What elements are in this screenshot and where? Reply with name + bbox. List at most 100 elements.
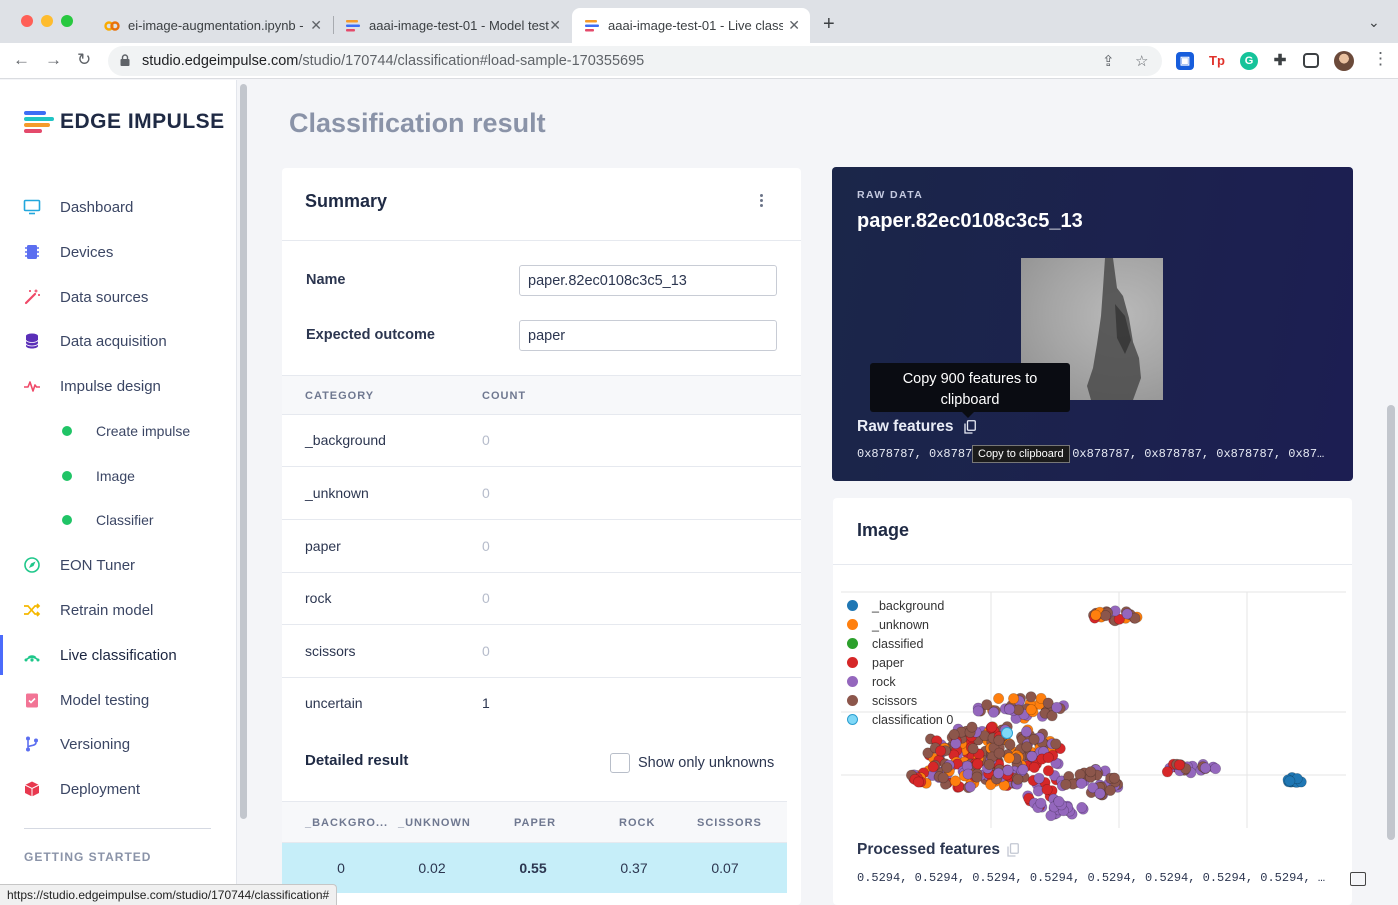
paper-column-header[interactable]: PAPER (514, 817, 556, 829)
name-field[interactable] (519, 265, 777, 296)
rock-column-header[interactable]: ROCK (619, 817, 655, 829)
scatter-point (993, 693, 1005, 705)
browser-tab-model-testing[interactable]: aaai-image-test-01 - Model testi ✕ (333, 8, 571, 43)
expected-outcome-field[interactable] (519, 320, 777, 351)
bitwarden-extension-icon[interactable]: ▣ (1176, 52, 1194, 70)
sidebar-item-devices[interactable]: Devices (0, 232, 236, 272)
close-window-button[interactable] (21, 15, 33, 27)
sidebar-item-image[interactable]: Image (0, 456, 236, 496)
legend-swatch (847, 676, 858, 687)
bookmark-star-icon[interactable]: ☆ (1135, 52, 1148, 70)
forward-arrow-icon[interactable]: → (45, 50, 62, 70)
tab-search-chevron-icon[interactable]: ⌄ (1368, 14, 1380, 31)
sidebar-item-label: Dashboard (60, 198, 134, 216)
legend-item[interactable]: _background (847, 596, 953, 615)
browser-tab-colab[interactable]: ei-image-augmentation.ipynb - ✕ (92, 8, 332, 43)
sidebar-scrollbar-thumb[interactable] (240, 84, 247, 819)
maximize-window-button[interactable] (61, 15, 73, 27)
sidebar-item-impulse-design[interactable]: Impulse design (0, 366, 236, 406)
table-row: scissors 0 (282, 626, 801, 678)
sidebar-item-label: Model testing (60, 691, 150, 709)
sidebar-item-data-sources[interactable]: Data sources (0, 277, 236, 317)
sidebar-item-label: Impulse design (60, 377, 161, 395)
sidebar-item-dashboard[interactable]: Dashboard (0, 187, 236, 227)
main-scrollbar[interactable] (1384, 80, 1398, 905)
feedback-chat-icon[interactable] (1350, 872, 1366, 886)
legend-swatch (847, 657, 858, 668)
sidebar-item-model-testing[interactable]: Model testing (0, 680, 236, 720)
minimize-window-button[interactable] (41, 15, 53, 27)
page-title: Classification result (289, 108, 546, 138)
share-icon[interactable]: ⇪ (1102, 52, 1115, 70)
close-tab-icon[interactable]: ✕ (310, 17, 322, 34)
browser-tab-live-classification[interactable]: aaai-image-test-01 - Live classif ✕ (572, 8, 810, 43)
edge-impulse-logo[interactable]: EDGE IMPULSE (24, 110, 225, 134)
address-bar[interactable]: studio.edgeimpulse.com/studio/170744/cla… (108, 46, 1162, 76)
count-column-header[interactable]: COUNT (482, 390, 526, 402)
sidebar-section-getting-started[interactable]: GETTING STARTED (24, 850, 151, 864)
grammarly-extension-icon[interactable]: G (1240, 52, 1258, 70)
sidebar-item-classifier[interactable]: Classifier (0, 500, 236, 540)
side-panel-icon[interactable] (1303, 53, 1319, 68)
legend-item[interactable]: classified (847, 634, 953, 653)
raw-data-kicker: RAW DATA (857, 189, 924, 201)
rock-score-cell: 0.37 (620, 860, 648, 876)
legend-item[interactable]: rock (847, 672, 953, 691)
show-only-unknowns-checkbox[interactable] (610, 753, 630, 773)
summary-heading: Summary (305, 191, 388, 211)
extensions-puzzle-icon[interactable]: ✚ (1271, 52, 1289, 70)
sidebar-item-versioning[interactable]: Versioning (0, 724, 236, 764)
sidebar-item-retrain-model[interactable]: Retrain model (0, 590, 236, 630)
sidebar-item-deployment[interactable]: Deployment (0, 769, 236, 809)
main-scrollbar-thumb[interactable] (1387, 405, 1395, 840)
back-arrow-icon[interactable]: ← (13, 50, 30, 70)
new-tab-button[interactable]: + (823, 13, 835, 36)
unknown-column-header[interactable]: _UNKNOWN (398, 817, 471, 829)
url-path: /studio/170744/classification#load-sampl… (298, 53, 645, 69)
clipboard-check-icon (26, 693, 38, 708)
raw-data-card: RAW DATA paper.82ec0108c3c5_13 Raw featu… (832, 167, 1353, 481)
logo-mark-icon (24, 111, 54, 133)
legend-item[interactable]: paper (847, 653, 953, 672)
legend-item[interactable]: scissors (847, 691, 953, 710)
sidebar-item-eon-tuner[interactable]: EON Tuner (0, 545, 236, 585)
browser-menu-icon[interactable]: ⋮ (1372, 49, 1389, 69)
sidebar-item-data-acquisition[interactable]: Data acquisition (0, 321, 236, 361)
legend-swatch (847, 695, 858, 706)
scatter-point (1100, 610, 1112, 622)
category-cell: uncertain (305, 695, 363, 711)
category-column-header[interactable]: CATEGORY (305, 390, 374, 402)
summary-card: Summary Name Expected outcome CATEGORY C… (282, 168, 801, 905)
scatter-point (972, 758, 984, 770)
copy-processed-features-icon[interactable] (1007, 843, 1019, 857)
profile-avatar[interactable] (1334, 51, 1354, 71)
scatter-point (993, 747, 1005, 759)
close-tab-icon[interactable]: ✕ (549, 17, 561, 34)
sidebar-scrollbar[interactable] (236, 80, 250, 905)
category-cell: _background (305, 432, 386, 448)
category-cell: scissors (305, 643, 356, 659)
copy-raw-features-icon[interactable] (964, 420, 976, 434)
legend-label: classification 0 (872, 712, 954, 727)
legend-item[interactable]: _unknown (847, 615, 953, 634)
colab-icon (104, 20, 120, 31)
more-options-icon[interactable] (756, 194, 766, 212)
scatter-point (1284, 775, 1296, 787)
detailed-result-row[interactable]: 0 0.02 0.55 0.37 0.07 (282, 843, 787, 893)
chart-legend: _background _unknown classified paper ro… (847, 596, 953, 729)
reload-icon[interactable]: ↻ (77, 50, 91, 70)
copy-features-tooltip: Copy 900 features to clipboard (870, 363, 1070, 418)
scissors-column-header[interactable]: SCISSORS (697, 817, 762, 829)
close-tab-icon[interactable]: ✕ (788, 17, 800, 34)
show-only-unknowns-label[interactable]: Show only unknowns (638, 755, 774, 771)
database-icon (25, 333, 39, 349)
table-row: uncertain 1 (282, 678, 801, 730)
status-bar-url: https://studio.edgeimpulse.com/studio/17… (0, 884, 338, 905)
sidebar-item-create-impulse[interactable]: Create impulse (0, 411, 236, 451)
scatter-point (981, 699, 993, 711)
background-column-header[interactable]: _BACKGRO... (305, 817, 388, 829)
sidebar-item-live-classification[interactable]: Live classification (0, 635, 236, 675)
tp-extension-icon[interactable]: Tp (1208, 52, 1226, 70)
lock-icon (120, 54, 130, 66)
legend-item[interactable]: classification 0 (847, 710, 953, 729)
